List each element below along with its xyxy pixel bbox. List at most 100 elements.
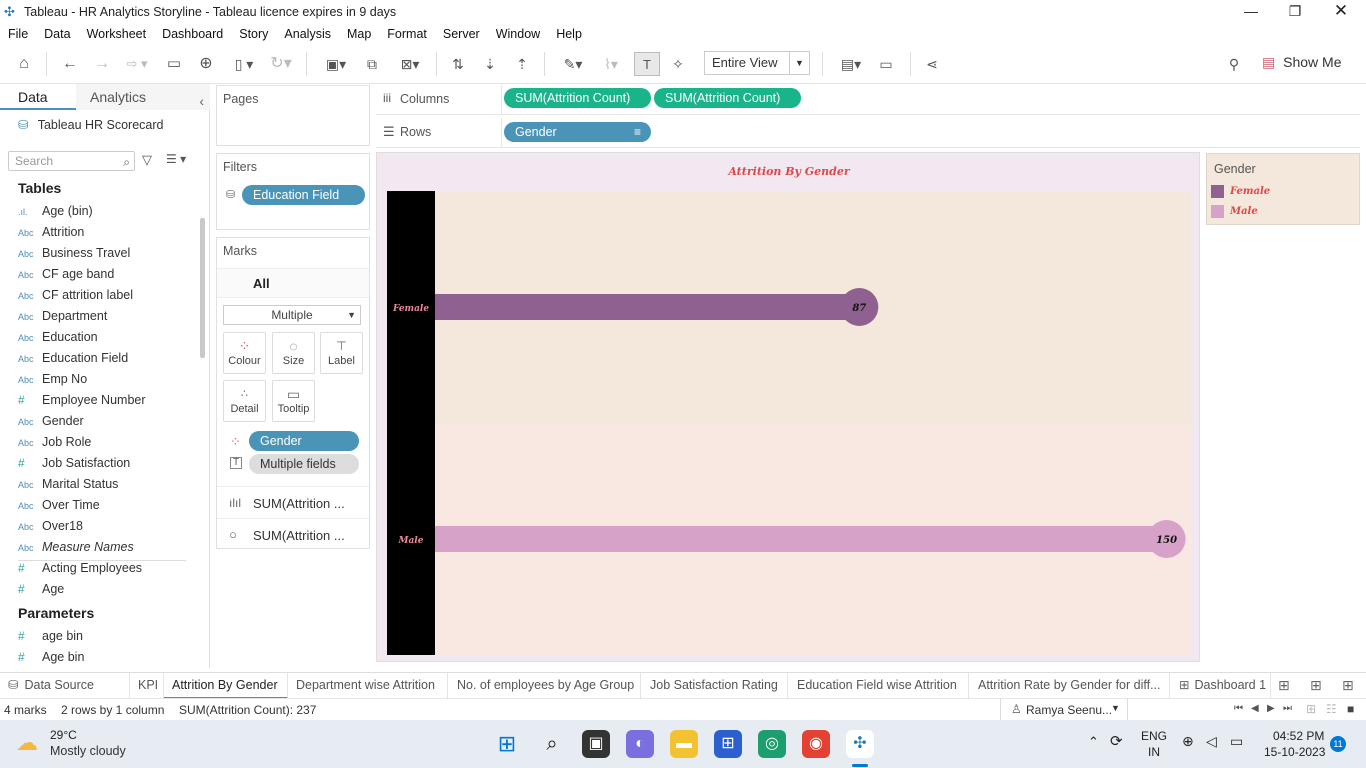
save-icon[interactable]: ▭ <box>162 52 186 76</box>
rows-shelf[interactable]: ☰ Rows Gender ≡ <box>376 118 1360 148</box>
new-story-tab-icon[interactable]: ⊞ <box>1342 677 1354 694</box>
detail-button[interactable]: ∴ Detail <box>223 380 266 422</box>
field-item[interactable]: Abc CF age band <box>18 264 188 285</box>
new-worksheet-icon[interactable]: ▣▾ <box>318 52 354 76</box>
new-dashboard-tab-icon[interactable]: ⊞ <box>1310 677 1322 694</box>
edge-icon[interactable]: ◎ <box>758 730 786 758</box>
field-item[interactable]: Abc Over18 <box>18 516 188 537</box>
field-item[interactable]: Abc Marital Status <box>18 474 188 495</box>
pin-icon[interactable]: ✧ <box>666 52 690 76</box>
filter-icon[interactable]: ▽ <box>142 152 152 168</box>
collapse-icon[interactable]: ‹ <box>199 88 204 114</box>
next-page-icon[interactable]: ▶ <box>1267 703 1275 714</box>
rows-pill-gender[interactable]: Gender ≡ <box>504 122 651 142</box>
fit-dropdown[interactable]: Entire View ▼ <box>704 51 810 75</box>
gender-legend[interactable]: Gender Female Male <box>1206 153 1360 225</box>
menu-data[interactable]: Data <box>44 27 70 41</box>
language-secondary[interactable]: IN <box>1148 745 1160 759</box>
replay-icon[interactable]: ⇨ ▾ <box>120 52 154 76</box>
menu-worksheet[interactable]: Worksheet <box>87 27 147 41</box>
field-item[interactable]: .ıl. Age (bin) <box>18 201 188 222</box>
field-item[interactable]: Abc Education Field <box>18 348 188 369</box>
menu-window[interactable]: Window <box>496 27 540 41</box>
size-button[interactable]: ◌ Size <box>272 332 315 374</box>
attrition-chart[interactable]: 87 Female 150 Male <box>377 153 1201 663</box>
tab-department-wise-attrition[interactable]: Department wise Attrition <box>288 673 448 699</box>
mark-type-dropdown[interactable]: Multiple ▼ <box>223 305 361 325</box>
network-icon[interactable]: ⊕ <box>1182 733 1194 750</box>
home-icon[interactable]: ⌂ <box>12 52 36 76</box>
marks-pill-gender[interactable]: Gender <box>249 431 359 451</box>
field-item[interactable]: # Job Satisfaction <box>18 453 188 474</box>
search-input[interactable]: Search ⌕ <box>8 151 135 171</box>
windows-start-icon[interactable]: ⊞ <box>493 730 521 758</box>
pages-card[interactable]: Pages <box>216 85 370 146</box>
columns-shelf[interactable]: iii Columns SUM(Attrition Count) SUM(Att… <box>376 85 1360 115</box>
field-item[interactable]: # Employee Number <box>18 390 188 411</box>
pause-updates-icon[interactable]: ▯ ▾ <box>226 52 262 76</box>
tab-attrition-rate-by-gender[interactable]: Attrition Rate by Gender for diff... <box>970 673 1170 699</box>
refresh-icon[interactable]: ↻▾ <box>266 52 296 76</box>
language-primary[interactable]: ENG <box>1141 729 1167 743</box>
tab-employees-by-age-group[interactable]: No. of employees by Age Group <box>449 673 641 699</box>
filters-card[interactable]: Filters ⛁ Education Field <box>216 153 370 230</box>
columns-pill-1[interactable]: SUM(Attrition Count) <box>504 88 651 108</box>
filter-pill-education-field[interactable]: Education Field <box>242 185 365 205</box>
filmstrip-view-icon[interactable]: ■ <box>1347 702 1354 716</box>
tab-education-field-attrition[interactable]: Education Field wise Attrition <box>789 673 969 699</box>
first-page-icon[interactable]: ⏮ <box>1234 703 1243 714</box>
marks-all-row[interactable]: All <box>217 268 369 298</box>
swap-icon[interactable]: ⇅ <box>446 52 470 76</box>
volume-icon[interactable]: ◁ <box>1206 733 1217 750</box>
close-button[interactable]: ✕ <box>1318 0 1364 24</box>
chrome-icon[interactable]: ◉ <box>802 730 830 758</box>
field-item[interactable]: Abc Gender <box>18 411 188 432</box>
show-labels-icon[interactable]: T <box>634 52 660 76</box>
tray-chevron-icon[interactable]: ⌃ <box>1088 734 1099 750</box>
menu-server[interactable]: Server <box>443 27 480 41</box>
file-explorer-icon[interactable]: ▬ <box>670 730 698 758</box>
new-worksheet-tab-icon[interactable]: ⊞ <box>1278 677 1290 694</box>
clear-sheet-icon[interactable]: ⊠▾ <box>392 52 428 76</box>
menu-file[interactable]: File <box>8 27 28 41</box>
field-item[interactable]: Abc Measure Names <box>18 537 188 558</box>
teams-chat-icon[interactable]: ◐ <box>626 730 654 758</box>
clock-time[interactable]: 04:52 PM <box>1273 729 1324 743</box>
presentation-icon[interactable]: ▭ <box>874 52 898 76</box>
menu-help[interactable]: Help <box>556 27 582 41</box>
prev-page-icon[interactable]: ◀ <box>1251 703 1259 714</box>
highlight-icon[interactable]: ✎▾ <box>556 52 590 76</box>
new-datasource-icon[interactable]: ⊕ <box>194 52 218 76</box>
sort-descending-icon[interactable]: ⇡ <box>510 52 534 76</box>
field-item[interactable]: # Acting Employees <box>18 558 188 579</box>
field-item[interactable]: Abc Education <box>18 327 188 348</box>
field-item[interactable]: Abc Emp No <box>18 369 188 390</box>
tab-analytics[interactable]: Analytics ‹ <box>76 84 210 110</box>
search-icon[interactable]: ⌕ <box>538 730 566 758</box>
label-button[interactable]: ⊤ Label <box>320 332 363 374</box>
parameter-item[interactable]: # Age bin <box>18 647 188 668</box>
menu-map[interactable]: Map <box>347 27 371 41</box>
menu-dashboard[interactable]: Dashboard <box>162 27 223 41</box>
field-item[interactable]: Abc Over Time <box>18 495 188 516</box>
columns-pill-2[interactable]: SUM(Attrition Count) <box>654 88 801 108</box>
undo-icon[interactable]: ← <box>58 52 82 76</box>
last-page-icon[interactable]: ⏭ <box>1283 703 1292 714</box>
restore-button[interactable]: ❐ <box>1272 0 1318 24</box>
group-icon[interactable]: ⌇▾ <box>594 52 628 76</box>
duplicate-icon[interactable]: ⧉ <box>360 52 384 76</box>
legend-item-female[interactable]: Female <box>1211 185 1270 198</box>
menu-format[interactable]: Format <box>387 27 427 41</box>
menu-analysis[interactable]: Analysis <box>284 27 331 41</box>
colour-button[interactable]: ⁘ Colour <box>223 332 266 374</box>
field-item[interactable]: # Age <box>18 579 188 600</box>
tab-data-source[interactable]: ⛁ Data Source <box>0 673 130 699</box>
share-icon[interactable]: ⋖ <box>920 52 944 76</box>
measure-card-circle[interactable]: ○ SUM(Attrition ... <box>217 518 369 550</box>
field-list-scrollbar[interactable] <box>200 218 205 358</box>
redo-icon[interactable]: → <box>90 52 114 76</box>
tableau-taskbar-icon[interactable]: ✣ <box>846 730 874 758</box>
field-item[interactable]: Abc Job Role <box>18 432 188 453</box>
tab-attrition-by-gender[interactable]: Attrition By Gender <box>164 673 288 699</box>
clock-date[interactable]: 15-10-2023 <box>1264 745 1325 759</box>
